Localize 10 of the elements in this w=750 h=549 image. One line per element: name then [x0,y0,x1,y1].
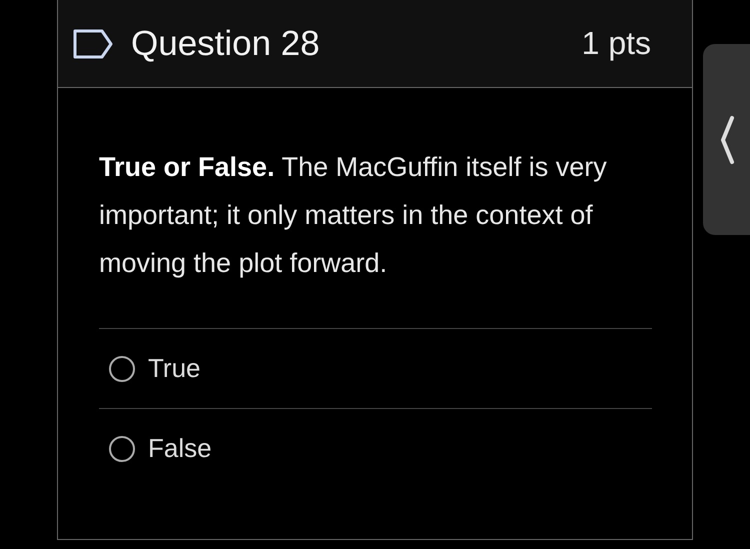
side-panel-tab[interactable] [703,44,750,235]
answer-label[interactable]: True [148,353,200,384]
points-label: 1 pts [582,25,651,62]
chevron-left-icon [718,114,734,164]
question-text: True or False. The MacGuffin itself is very important; it only matters in the context of moving the plot forward. [99,151,608,280]
radio-button[interactable] [109,436,135,462]
answer-label[interactable]: False [148,433,212,464]
question-title: Question 28 [131,24,321,64]
flag-icon[interactable] [72,28,114,60]
radio-button[interactable] [109,356,135,382]
